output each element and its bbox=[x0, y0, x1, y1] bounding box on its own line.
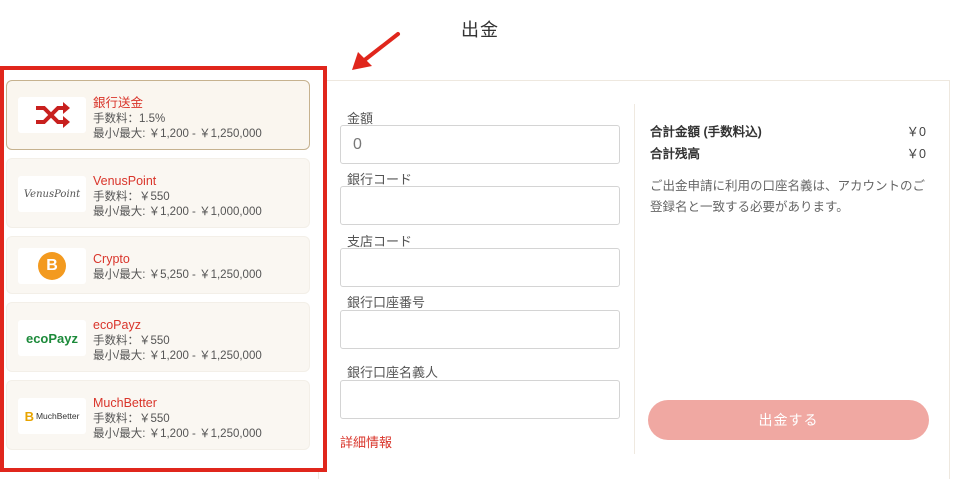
total-amount-value: ￥0 bbox=[906, 125, 926, 139]
method-muchbetter[interactable]: B MuchBetter MuchBetter 手数料：￥550 最小/最大: … bbox=[6, 380, 310, 450]
page-title: 出金 bbox=[461, 20, 499, 40]
method-info: 銀行送金 手数料：1.5% 最小/最大: ￥1,200 - ￥1,250,000 bbox=[93, 95, 262, 142]
total-balance-row: 合計残高 ￥0 bbox=[650, 143, 926, 162]
muchbetter-logo: B MuchBetter bbox=[18, 398, 86, 434]
withdraw-submit-button[interactable]: 出金する bbox=[648, 400, 929, 440]
total-balance-value: ￥0 bbox=[906, 147, 926, 161]
panel-divider bbox=[634, 104, 635, 454]
method-limit: 最小/最大: ￥1,200 - ￥1,250,000 bbox=[93, 350, 262, 362]
account-holder-input[interactable] bbox=[340, 380, 620, 419]
shuffle-icon bbox=[18, 97, 86, 133]
method-bank-transfer[interactable]: 銀行送金 手数料：1.5% 最小/最大: ￥1,200 - ￥1,250,000 bbox=[6, 80, 310, 150]
branch-code-input[interactable] bbox=[340, 248, 620, 287]
total-amount-label: 合計金額 (手数料込) bbox=[650, 125, 762, 139]
method-name: Crypto bbox=[93, 252, 130, 266]
method-fee: 手数料：1.5% bbox=[93, 113, 166, 125]
amount-input[interactable] bbox=[340, 125, 620, 164]
total-amount-row: 合計金額 (手数料込) ￥0 bbox=[650, 121, 926, 140]
method-fee: 手数料：￥550 bbox=[93, 335, 170, 347]
account-holder-label: 銀行口座名義人 bbox=[347, 365, 439, 380]
ecopayz-logo: ecoPayz bbox=[18, 320, 86, 356]
method-limit: 最小/最大: ￥1,200 - ￥1,250,000 bbox=[93, 428, 262, 440]
method-ecopayz[interactable]: ecoPayz ecoPayz 手数料：￥550 最小/最大: ￥1,200 -… bbox=[6, 302, 310, 372]
method-crypto[interactable]: B Crypto 最小/最大: ￥5,250 - ￥1,250,000 bbox=[6, 236, 310, 294]
details-link[interactable]: 詳細情報 bbox=[340, 432, 392, 451]
account-number-label: 銀行口座番号 bbox=[347, 295, 426, 310]
bank-code-input[interactable] bbox=[340, 186, 620, 225]
method-limit: 最小/最大: ￥1,200 - ￥1,250,000 bbox=[93, 128, 262, 140]
method-fee: 手数料：￥550 bbox=[93, 191, 170, 203]
venuspoint-logo: VenusPoint bbox=[18, 176, 86, 212]
method-limit: 最小/最大: ￥1,200 - ￥1,000,000 bbox=[93, 206, 262, 218]
bitcoin-icon: B bbox=[18, 248, 86, 284]
account-number-input[interactable] bbox=[340, 310, 620, 349]
method-info: ecoPayz 手数料：￥550 最小/最大: ￥1,200 - ￥1,250,… bbox=[93, 317, 262, 364]
method-limit: 最小/最大: ￥5,250 - ￥1,250,000 bbox=[93, 269, 262, 281]
method-venuspoint[interactable]: VenusPoint VenusPoint 手数料：￥550 最小/最大: ￥1… bbox=[6, 158, 310, 228]
method-name: ecoPayz bbox=[93, 318, 141, 332]
account-name-notice: ご出金申請に利用の口座名義は、アカウントのご登録名と一致する必要があります。 bbox=[650, 179, 926, 214]
total-balance-label: 合計残高 bbox=[650, 147, 701, 161]
method-fee: 手数料：￥550 bbox=[93, 413, 170, 425]
method-name: VenusPoint bbox=[93, 174, 157, 188]
method-name: 銀行送金 bbox=[93, 96, 144, 110]
method-info: Crypto 最小/最大: ￥5,250 - ￥1,250,000 bbox=[93, 251, 262, 283]
method-info: MuchBetter 手数料：￥550 最小/最大: ￥1,200 - ￥1,2… bbox=[93, 395, 262, 442]
method-info: VenusPoint 手数料：￥550 最小/最大: ￥1,200 - ￥1,0… bbox=[93, 173, 262, 220]
method-name: MuchBetter bbox=[93, 396, 157, 410]
red-arrow-annotation bbox=[352, 32, 400, 70]
